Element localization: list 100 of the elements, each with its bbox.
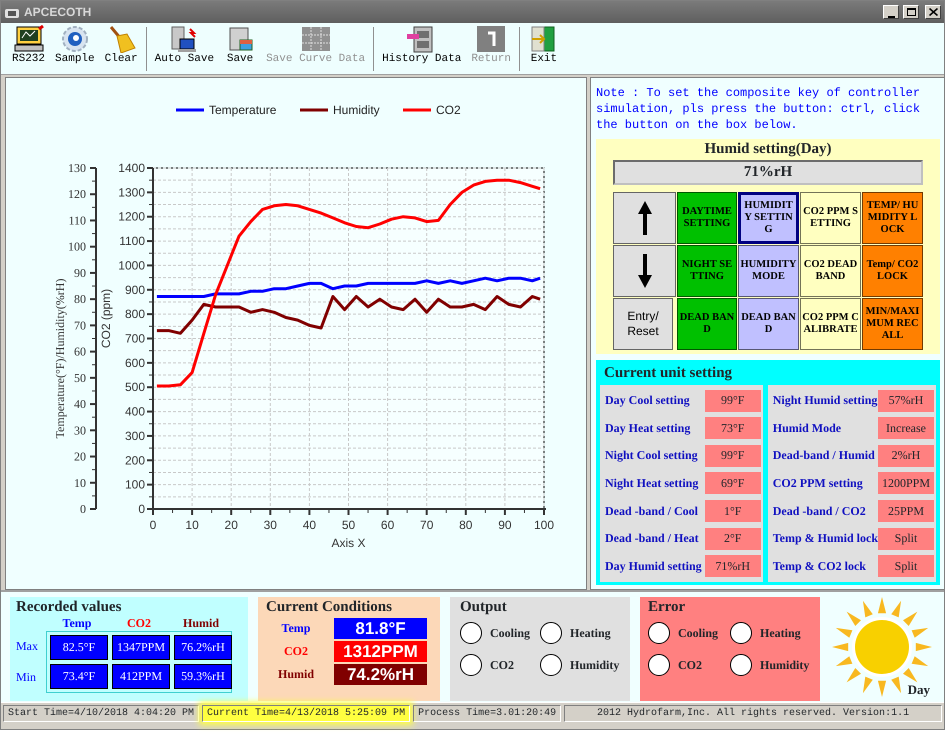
setting-value: 73°F: [704, 417, 761, 440]
value-cell: 82.5°F: [50, 635, 108, 660]
axis-tick-label: 100: [534, 518, 554, 532]
status-field: Process Time=3.01:20:49: [413, 705, 562, 722]
panel-title: Error: [648, 599, 686, 616]
setting-label: Dead-band / Humid: [772, 448, 875, 464]
setting-label: Day Cool setting: [604, 393, 690, 408]
computer-icon: [12, 25, 44, 53]
keypad-button[interactable]: CO2 PPM CALIBRATE: [800, 298, 861, 350]
toolbar-button[interactable]: Clear: [100, 25, 143, 66]
value-cell: 412PPM: [112, 664, 170, 689]
toolbar-button[interactable]: History Data: [377, 25, 466, 66]
value-cell: 73.4°F: [50, 664, 108, 689]
keypad-button[interactable]: MIN/MAXIMUM RECALL: [862, 298, 923, 350]
up-arrow-icon: [636, 200, 652, 236]
setting-value: 57%rH: [878, 390, 934, 412]
value-cell: 59.3%rH: [174, 664, 232, 689]
entry-reset-button[interactable]: Entry/ Reset: [613, 298, 673, 350]
keypad-button[interactable]: NIGHT SETTING: [677, 245, 737, 297]
app-logo-icon: [4, 6, 20, 19]
minimize-button[interactable]: [883, 5, 899, 19]
indicator-label: Heating: [760, 626, 801, 640]
close-button[interactable]: [925, 5, 941, 19]
value-cell: 1347PPM: [112, 635, 170, 660]
condition-label: Humid: [276, 667, 315, 682]
maximize-button[interactable]: [903, 5, 919, 19]
keypad-button[interactable]: CO2 PPM SETTING: [800, 192, 861, 244]
axis-tick-label: 1100: [119, 234, 145, 248]
row-label: Max: [16, 639, 39, 654]
axis-tick-label: 30: [264, 518, 277, 532]
axis-tick-label: 1300: [118, 185, 145, 200]
legend-swatch: [403, 108, 431, 112]
axis-tick-label: 600: [124, 356, 145, 370]
condition-value: 81.8°F: [334, 618, 427, 639]
indicator-label: Humidity: [760, 658, 810, 672]
axis-tick-label: 40: [302, 518, 316, 532]
setting-display: 71%rH: [613, 160, 923, 185]
setting-label: Night Cool setting: [604, 448, 698, 464]
axis-tick-label: 50: [74, 370, 86, 385]
keypad-button[interactable]: DAYTIME SETTING: [677, 192, 737, 244]
condition-label: CO2: [283, 644, 309, 659]
legend-swatch: [176, 108, 204, 112]
indicator-label: Heating: [570, 626, 611, 640]
row-label: Min: [16, 670, 38, 685]
minimize-icon: [888, 16, 894, 18]
keypad-button[interactable]: DEAD BAND: [738, 298, 799, 350]
grid-icon: [300, 25, 332, 53]
legend-label: CO2: [436, 103, 461, 117]
toolbar-button[interactable]: Sample: [50, 25, 100, 66]
up-arrow-button[interactable]: [613, 192, 676, 244]
toolbar-button[interactable]: Auto Save: [150, 25, 220, 66]
toolbar-button[interactable]: Exit: [522, 25, 565, 66]
axis-tick-label: 20: [74, 450, 86, 464]
axis-title: Temperature(°F)/Humidity(%rH): [53, 278, 67, 438]
axis-tick-label: 1000: [118, 258, 145, 272]
setting-value: 1200PPM: [878, 472, 934, 494]
close-icon: [928, 8, 938, 16]
keypad-button[interactable]: HUMIDITY SETTING: [738, 192, 799, 244]
axis-tick-label: 80: [459, 518, 472, 532]
legend-swatch: [300, 108, 328, 112]
axis-tick-label: 700: [124, 332, 145, 346]
indicator-label: CO2: [490, 658, 514, 672]
indicator-label: Cooling: [678, 626, 718, 640]
axis-tick-label: 500: [124, 380, 145, 394]
status-field: 2012 Hydrofarm,Inc. All rights reserved. Version:1.1: [564, 705, 942, 722]
axis-tick-label: 60: [380, 518, 394, 532]
axis-title: CO2 (ppm): [99, 288, 113, 348]
setting-label: Dead -band / Cool: [604, 504, 698, 519]
setting-label: Dead -band / Heat: [604, 531, 699, 546]
panel-title: Recorded values: [16, 599, 122, 616]
setting-value: 2%rH: [878, 444, 934, 467]
setting-label: Day Heat setting: [604, 420, 690, 436]
condition-value: 74.2%rH: [334, 664, 427, 685]
axis-tick-label: 0: [138, 502, 145, 516]
axis-tick-label: 400: [124, 404, 145, 419]
keypad-button[interactable]: CO2 DEAD BAND: [800, 245, 861, 297]
axis-tick-label: 80: [74, 292, 86, 306]
axis-tick-label: 120: [68, 187, 86, 202]
return-icon: [475, 25, 508, 53]
keypad-button[interactable]: HUMIDITY MODE: [738, 245, 799, 297]
setting-value: Split: [878, 555, 934, 578]
column-header: CO2: [126, 616, 152, 631]
maximize-icon: [906, 8, 916, 16]
keypad-button[interactable]: DEAD BAND: [677, 298, 737, 350]
axis-tick-label: 0: [150, 518, 156, 532]
keypad-button[interactable]: Temp/ CO2 LOCK: [862, 245, 923, 297]
toolbar-button[interactable]: Save: [219, 25, 262, 66]
setting-value: 69°F: [704, 472, 761, 494]
settings-title: Current unit setting: [604, 365, 734, 382]
down-arrow-button[interactable]: [613, 245, 676, 297]
indicator-label: CO2: [678, 658, 702, 672]
legend-label: Humidity: [333, 103, 380, 117]
axis-tick-label: 200: [124, 453, 145, 468]
toolbar-button[interactable]: RS232: [7, 25, 50, 66]
axis-tick-label: 70: [420, 518, 434, 532]
axis-tick-label: 30: [74, 423, 86, 438]
setting-value: 2°F: [704, 528, 761, 550]
setting-label: Temp & CO2 lock: [772, 558, 866, 574]
setting-label: Humid Mode: [772, 420, 842, 436]
keypad-button[interactable]: TEMP/ HUMIDITY LOCK: [862, 192, 923, 244]
